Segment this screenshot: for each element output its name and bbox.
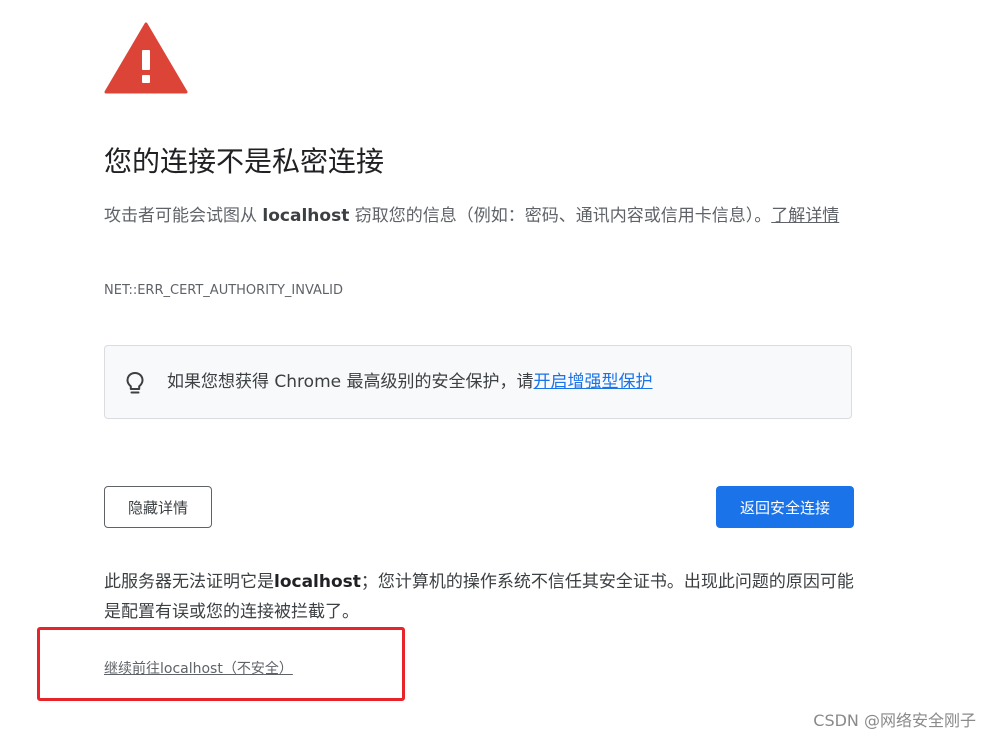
enable-enhanced-protection-link[interactable]: 开启增强型保护 — [534, 372, 653, 392]
watermark: CSDN @网络安全刚子 — [813, 711, 976, 730]
description-suffix: 窃取您的信息（例如：密码、通讯内容或信用卡信息）。 — [349, 206, 772, 226]
enhanced-protection-banner: 如果您想获得 Chrome 最高级别的安全保护，请开启增强型保护 — [104, 345, 852, 419]
hide-details-button[interactable]: 隐藏详情 — [104, 486, 212, 528]
warning-triangle-icon — [104, 22, 188, 94]
description-prefix: 攻击者可能会试图从 — [104, 206, 263, 226]
page-title: 您的连接不是私密连接 — [104, 145, 385, 178]
enhanced-protection-text: 如果您想获得 Chrome 最高级别的安全保护，请开启增强型保护 — [167, 368, 653, 396]
lightbulb-icon — [123, 370, 147, 396]
error-code: NET::ERR_CERT_AUTHORITY_INVALID — [104, 283, 344, 298]
enhanced-protection-message: 如果您想获得 Chrome 最高级别的安全保护，请 — [167, 372, 534, 392]
description-host: localhost — [262, 206, 350, 226]
learn-more-link[interactable]: 了解详情 — [771, 206, 839, 226]
details-host: localhost — [274, 572, 361, 592]
details-explanation: 此服务器无法证明它是localhost；您计算机的操作系统不信任其安全证书。出现… — [104, 567, 864, 627]
back-to-safety-button[interactable]: 返回安全连接 — [716, 486, 854, 528]
highlight-annotation-box — [37, 627, 405, 701]
error-description: 攻击者可能会试图从 localhost 窃取您的信息（例如：密码、通讯内容或信用… — [104, 201, 856, 231]
details-prefix: 此服务器无法证明它是 — [104, 572, 274, 592]
